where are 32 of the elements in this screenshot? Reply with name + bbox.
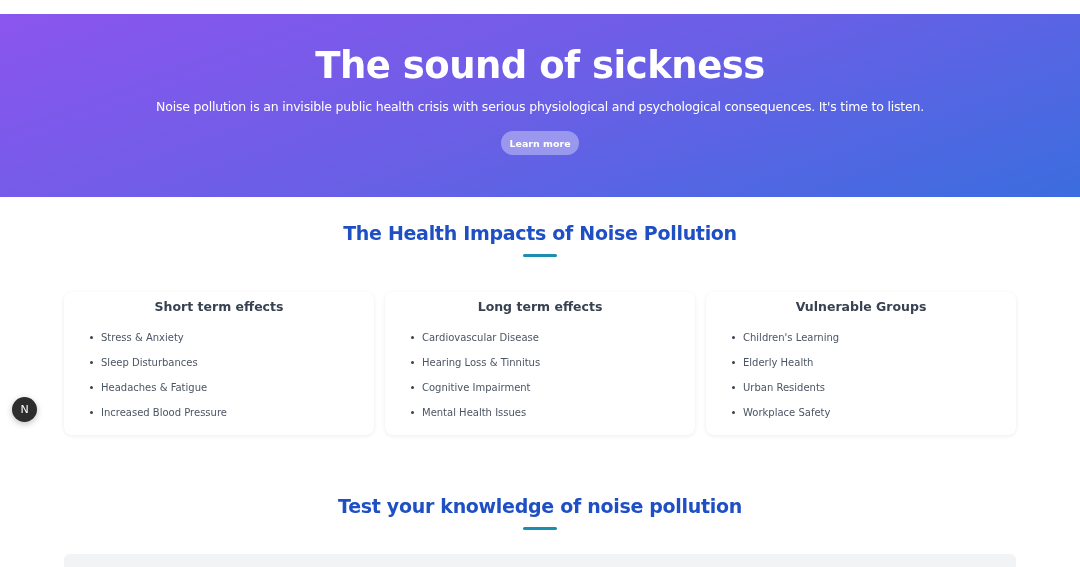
section-title: The Health Impacts of Noise Pollution <box>342 221 738 246</box>
bullet-icon <box>732 385 735 389</box>
bullet-icon <box>732 360 735 364</box>
hero-subtitle: Noise pollution is an invisible public health crisis with serious physiological and psychological consequences. It's time to listen. <box>156 98 924 116</box>
list-item: Mental Health Issues <box>422 406 527 418</box>
bullet-icon <box>411 410 414 414</box>
bullet-icon <box>90 385 93 389</box>
card-title: Short term effects <box>153 299 285 315</box>
card-title: Long term effects <box>476 299 604 315</box>
list-item: Elderly Health <box>743 356 814 368</box>
bullet-icon <box>90 410 93 414</box>
bullet-icon <box>90 335 93 339</box>
list-item: Cognitive Impairment <box>422 381 531 393</box>
bullet-icon <box>411 335 414 339</box>
card-title: Vulnerable Groups <box>794 299 928 315</box>
list-item: Sleep Disturbances <box>101 356 198 368</box>
list-item: Children's Learning <box>743 331 840 343</box>
dev-badge[interactable]: N <box>12 397 37 422</box>
list-item: Hearing Loss & Tinnitus <box>422 356 541 368</box>
bullet-icon <box>90 360 93 364</box>
list-item: Increased Blood Pressure <box>101 406 227 418</box>
list-item: Urban Residents <box>743 381 826 393</box>
list-item: Headaches & Fatigue <box>101 381 208 393</box>
bullet-icon <box>732 335 735 339</box>
bullet-icon <box>411 385 414 389</box>
bullet-icon <box>732 410 735 414</box>
hero-title: The sound of sickness <box>315 44 765 88</box>
list-item: Stress & Anxiety <box>101 331 184 343</box>
list-item: Workplace Safety <box>743 406 831 418</box>
bullet-icon <box>411 360 414 364</box>
list-item: Cardiovascular Disease <box>422 331 539 343</box>
section-title: Test your knowledge of noise pollution <box>337 494 743 519</box>
